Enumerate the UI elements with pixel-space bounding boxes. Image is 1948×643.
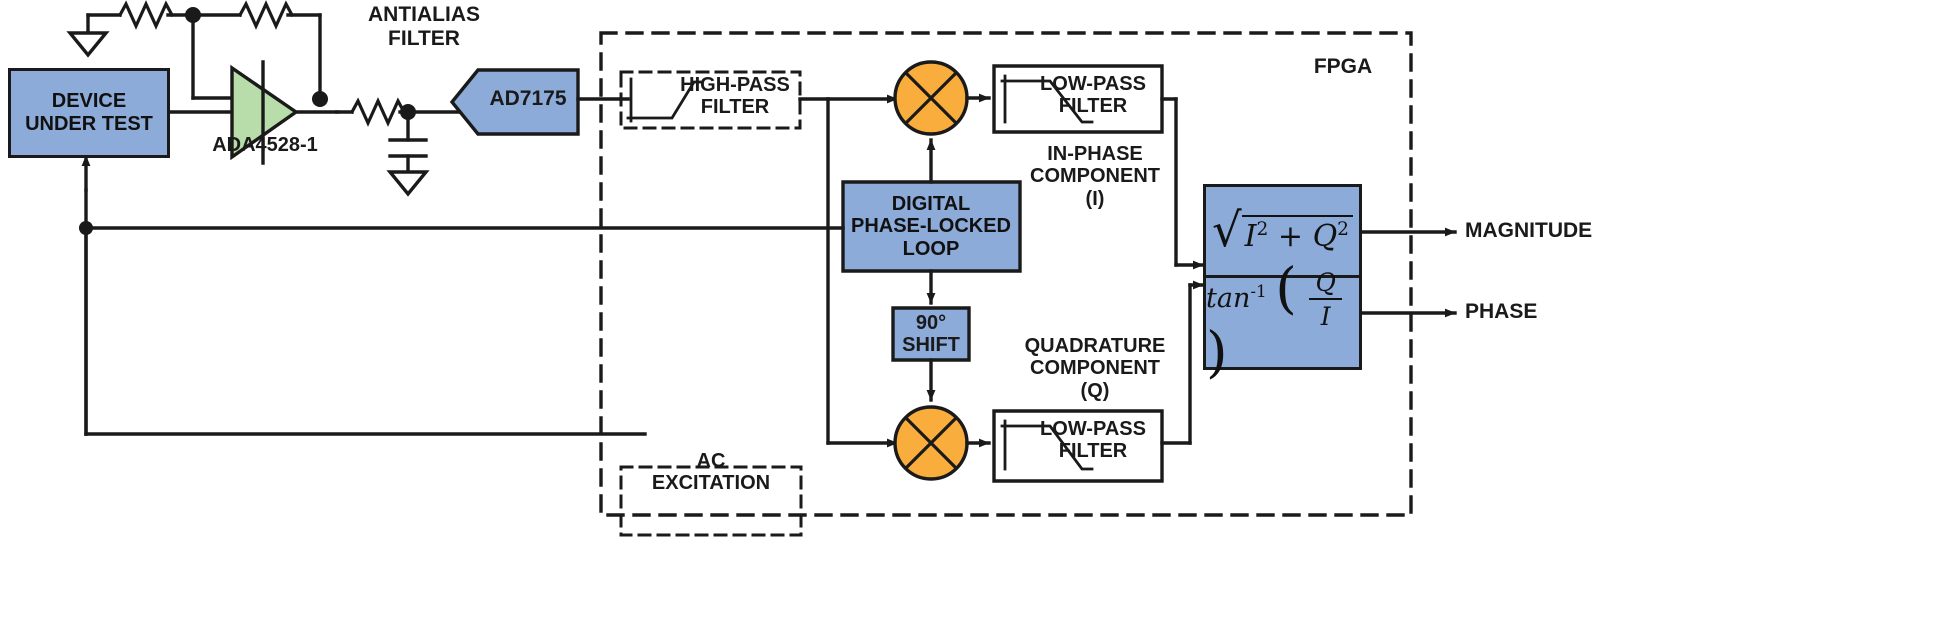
antialias-filter-label: ANTIALIAS FILTER <box>368 3 480 50</box>
phase-formula-block[interactable]: tan-1 ( Q I ) <box>1203 261 1362 381</box>
phase-output-label: PHASE <box>1465 300 1538 323</box>
arctan-q-over-i-expression: tan-1 ( Q I ) <box>1206 261 1359 381</box>
high-pass-filter-label: HIGH-PASS FILTER <box>680 74 790 119</box>
phase-shift-label: 90° SHIFT <box>902 312 960 357</box>
opamp-label: ADA4528-1 <box>212 134 318 156</box>
magnitude-output-label: MAGNITUDE <box>1465 219 1593 242</box>
fpga-label: FPGA <box>1313 55 1373 78</box>
block-diagram-canvas: DEVICE UNDER TEST ADA4528-1 ANTIALIAS FI… <box>0 0 1948 643</box>
low-pass-filter-i-label: LOW-PASS FILTER <box>1040 73 1146 118</box>
sqrt-i2-q2-expression: √ I2 + Q2 <box>1212 206 1354 254</box>
device-under-test-block[interactable]: DEVICE UNDER TEST <box>8 68 170 158</box>
ac-excitation-label: AC EXCITATION <box>651 449 771 494</box>
quadrature-component-label: QUADRATURE COMPONENT (Q) <box>1024 335 1166 402</box>
adc-label: AD7175 <box>489 87 567 110</box>
pll-label: DIGITAL PHASE-LOCKED LOOP <box>850 193 1011 260</box>
in-phase-component-label: IN-PHASE COMPONENT (I) <box>1030 143 1160 210</box>
low-pass-filter-q-label: LOW-PASS FILTER <box>1040 418 1146 463</box>
